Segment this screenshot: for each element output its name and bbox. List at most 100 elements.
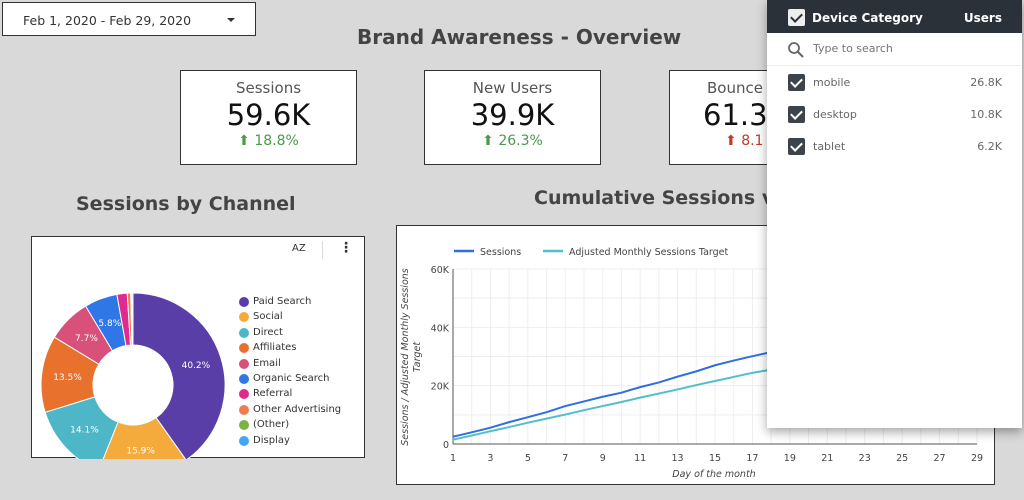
x-tick-label: 25 [896, 453, 908, 464]
legend-dot [239, 312, 249, 323]
legend-dot [239, 389, 249, 400]
x-tick-label: 9 [600, 453, 606, 464]
x-tick-label: 3 [487, 453, 493, 464]
pie-chart-card: AZ ⋮ 40.2% 15.9% 14.1% 13.5% 7.7% 5.8% Paid S… [31, 236, 365, 459]
y-axis-title: Sessions / Adjusted Monthly SessionsTarg… [400, 268, 423, 445]
search-icon [788, 42, 804, 58]
filter-metric-label: Users [963, 11, 1002, 25]
legend-dot [239, 420, 249, 431]
checkbox-checked[interactable] [788, 138, 805, 155]
kpi-delta: 8.1 [741, 133, 764, 149]
legend-item[interactable]: Organic Search [239, 372, 329, 386]
pie-slice-label: 15.9% [126, 447, 155, 457]
pie-slice-label: 5.8% [98, 319, 121, 329]
filter-item-label: tablet [813, 140, 846, 153]
caret-down-icon [227, 18, 235, 22]
kpi-label: New Users [472, 79, 553, 97]
legend-label: Referral [253, 388, 293, 400]
filter-item-label: desktop [813, 108, 857, 121]
legend-item[interactable]: Other Advertising [239, 403, 341, 417]
arrow-up-icon: ⬆ [238, 133, 250, 149]
legend-label: Affiliates [253, 342, 297, 354]
x-tick-label: 17 [746, 453, 758, 464]
kpi-new-users: New Users 39.9K ⬆ 26.3% [424, 70, 601, 165]
kpi-value: 39.9K [470, 98, 555, 132]
date-range-picker[interactable]: Feb 1, 2020 - Feb 29, 2020 [2, 2, 256, 36]
line-chart-title: Cumulative Sessions v [534, 187, 775, 209]
legend-label: Other Advertising [253, 403, 342, 415]
legend-dot [239, 327, 249, 338]
legend-label: Social [253, 311, 283, 323]
legend-label: Display [253, 434, 290, 446]
arrow-up-icon: ⬆ [725, 133, 737, 149]
kpi-delta: 18.8% [254, 133, 299, 149]
x-tick-label: 13 [672, 453, 684, 464]
kpi-sessions: Sessions 59.6K ⬆ 18.8% [180, 70, 357, 165]
filter-search-input[interactable] [811, 41, 1001, 56]
legend-dot [239, 358, 249, 369]
legend-label: Adjusted Monthly Sessions Target [569, 247, 729, 258]
filter-header: Device Category Users [767, 0, 1022, 33]
pie-chart-title: Sessions by Channel [76, 193, 296, 215]
kpi-value: 59.6K [226, 98, 311, 132]
x-tick-label: 5 [525, 453, 531, 464]
x-tick-label: 27 [934, 453, 946, 464]
x-tick-label: 15 [709, 453, 721, 464]
legend-item[interactable]: Email [239, 357, 281, 371]
legend-label: Organic Search [253, 373, 330, 384]
filter-item-desktop[interactable]: desktop 10.8K [767, 98, 1022, 130]
pie-slice-label: 7.7% [75, 334, 98, 344]
pie-slice-label: 14.1% [70, 426, 99, 436]
legend-dot [239, 297, 249, 307]
y-tick-label: 40K [431, 323, 450, 334]
series-line [452, 351, 772, 438]
series-line [452, 368, 772, 441]
filter-item-value: 10.8K [970, 108, 1002, 121]
legend-label: (Other) [253, 419, 290, 431]
arrow-up-icon: ⬆ [482, 133, 494, 149]
pie-chart: 40.2% 15.9% 14.1% 13.5% 7.7%5.8% [40, 292, 226, 459]
legend-item[interactable]: Referral [239, 387, 292, 401]
legend-item[interactable]: Social [239, 310, 283, 324]
x-tick-label: 21 [821, 453, 833, 464]
legend-label: Paid Search [253, 296, 312, 307]
legend-item[interactable]: Direct [239, 326, 283, 340]
page-title: Brand Awareness - Overview [357, 25, 682, 49]
legend-dot [239, 435, 249, 446]
x-tick-label: 19 [784, 453, 796, 464]
date-range-label: Feb 1, 2020 - Feb 29, 2020 [23, 13, 192, 28]
legend-label: Sessions [480, 247, 521, 258]
x-tick-label: 1 [450, 453, 456, 464]
kpi-label: Sessions [235, 79, 302, 97]
legend-dot [239, 343, 249, 354]
filter-search [767, 33, 1022, 66]
filter-item-value: 26.8K [970, 76, 1002, 89]
legend-dot [239, 374, 249, 384]
filter-item-value: 6.2K [977, 140, 1002, 153]
x-tick-label: 23 [859, 453, 871, 464]
legend-item[interactable]: (Other) [239, 418, 289, 432]
select-all-checkbox[interactable] [788, 9, 805, 26]
legend-item[interactable]: Affiliates [239, 341, 296, 355]
kpi-delta: 26.3% [498, 133, 543, 149]
checkbox-checked[interactable] [788, 74, 805, 91]
pie-slice-label: 40.2% [182, 361, 211, 371]
filter-dimension-label: Device Category [812, 11, 923, 25]
pie-slice [131, 292, 134, 346]
y-tick-label: 20K [431, 382, 450, 393]
filter-item-label: mobile [813, 76, 851, 89]
x-tick-label: 7 [562, 453, 568, 464]
x-tick-label: 11 [634, 453, 646, 464]
checkbox-checked[interactable] [788, 106, 805, 123]
device-category-filter-panel: Device Category Users mobile 26.8K deskt… [767, 0, 1022, 428]
filter-item-tablet[interactable]: tablet 6.2K [767, 130, 1022, 162]
legend-dot [239, 404, 249, 415]
filter-item-mobile[interactable]: mobile 26.8K [767, 66, 1022, 98]
legend-item[interactable]: Paid Search [239, 295, 311, 309]
legend-label: Direct [253, 326, 283, 338]
pie-slice-label: 13.5% [53, 373, 82, 383]
legend-item[interactable]: Display [239, 434, 290, 448]
y-tick-label: 60K [431, 265, 450, 276]
x-tick-label: 29 [971, 453, 983, 464]
x-axis-title: Day of the month [672, 469, 755, 480]
